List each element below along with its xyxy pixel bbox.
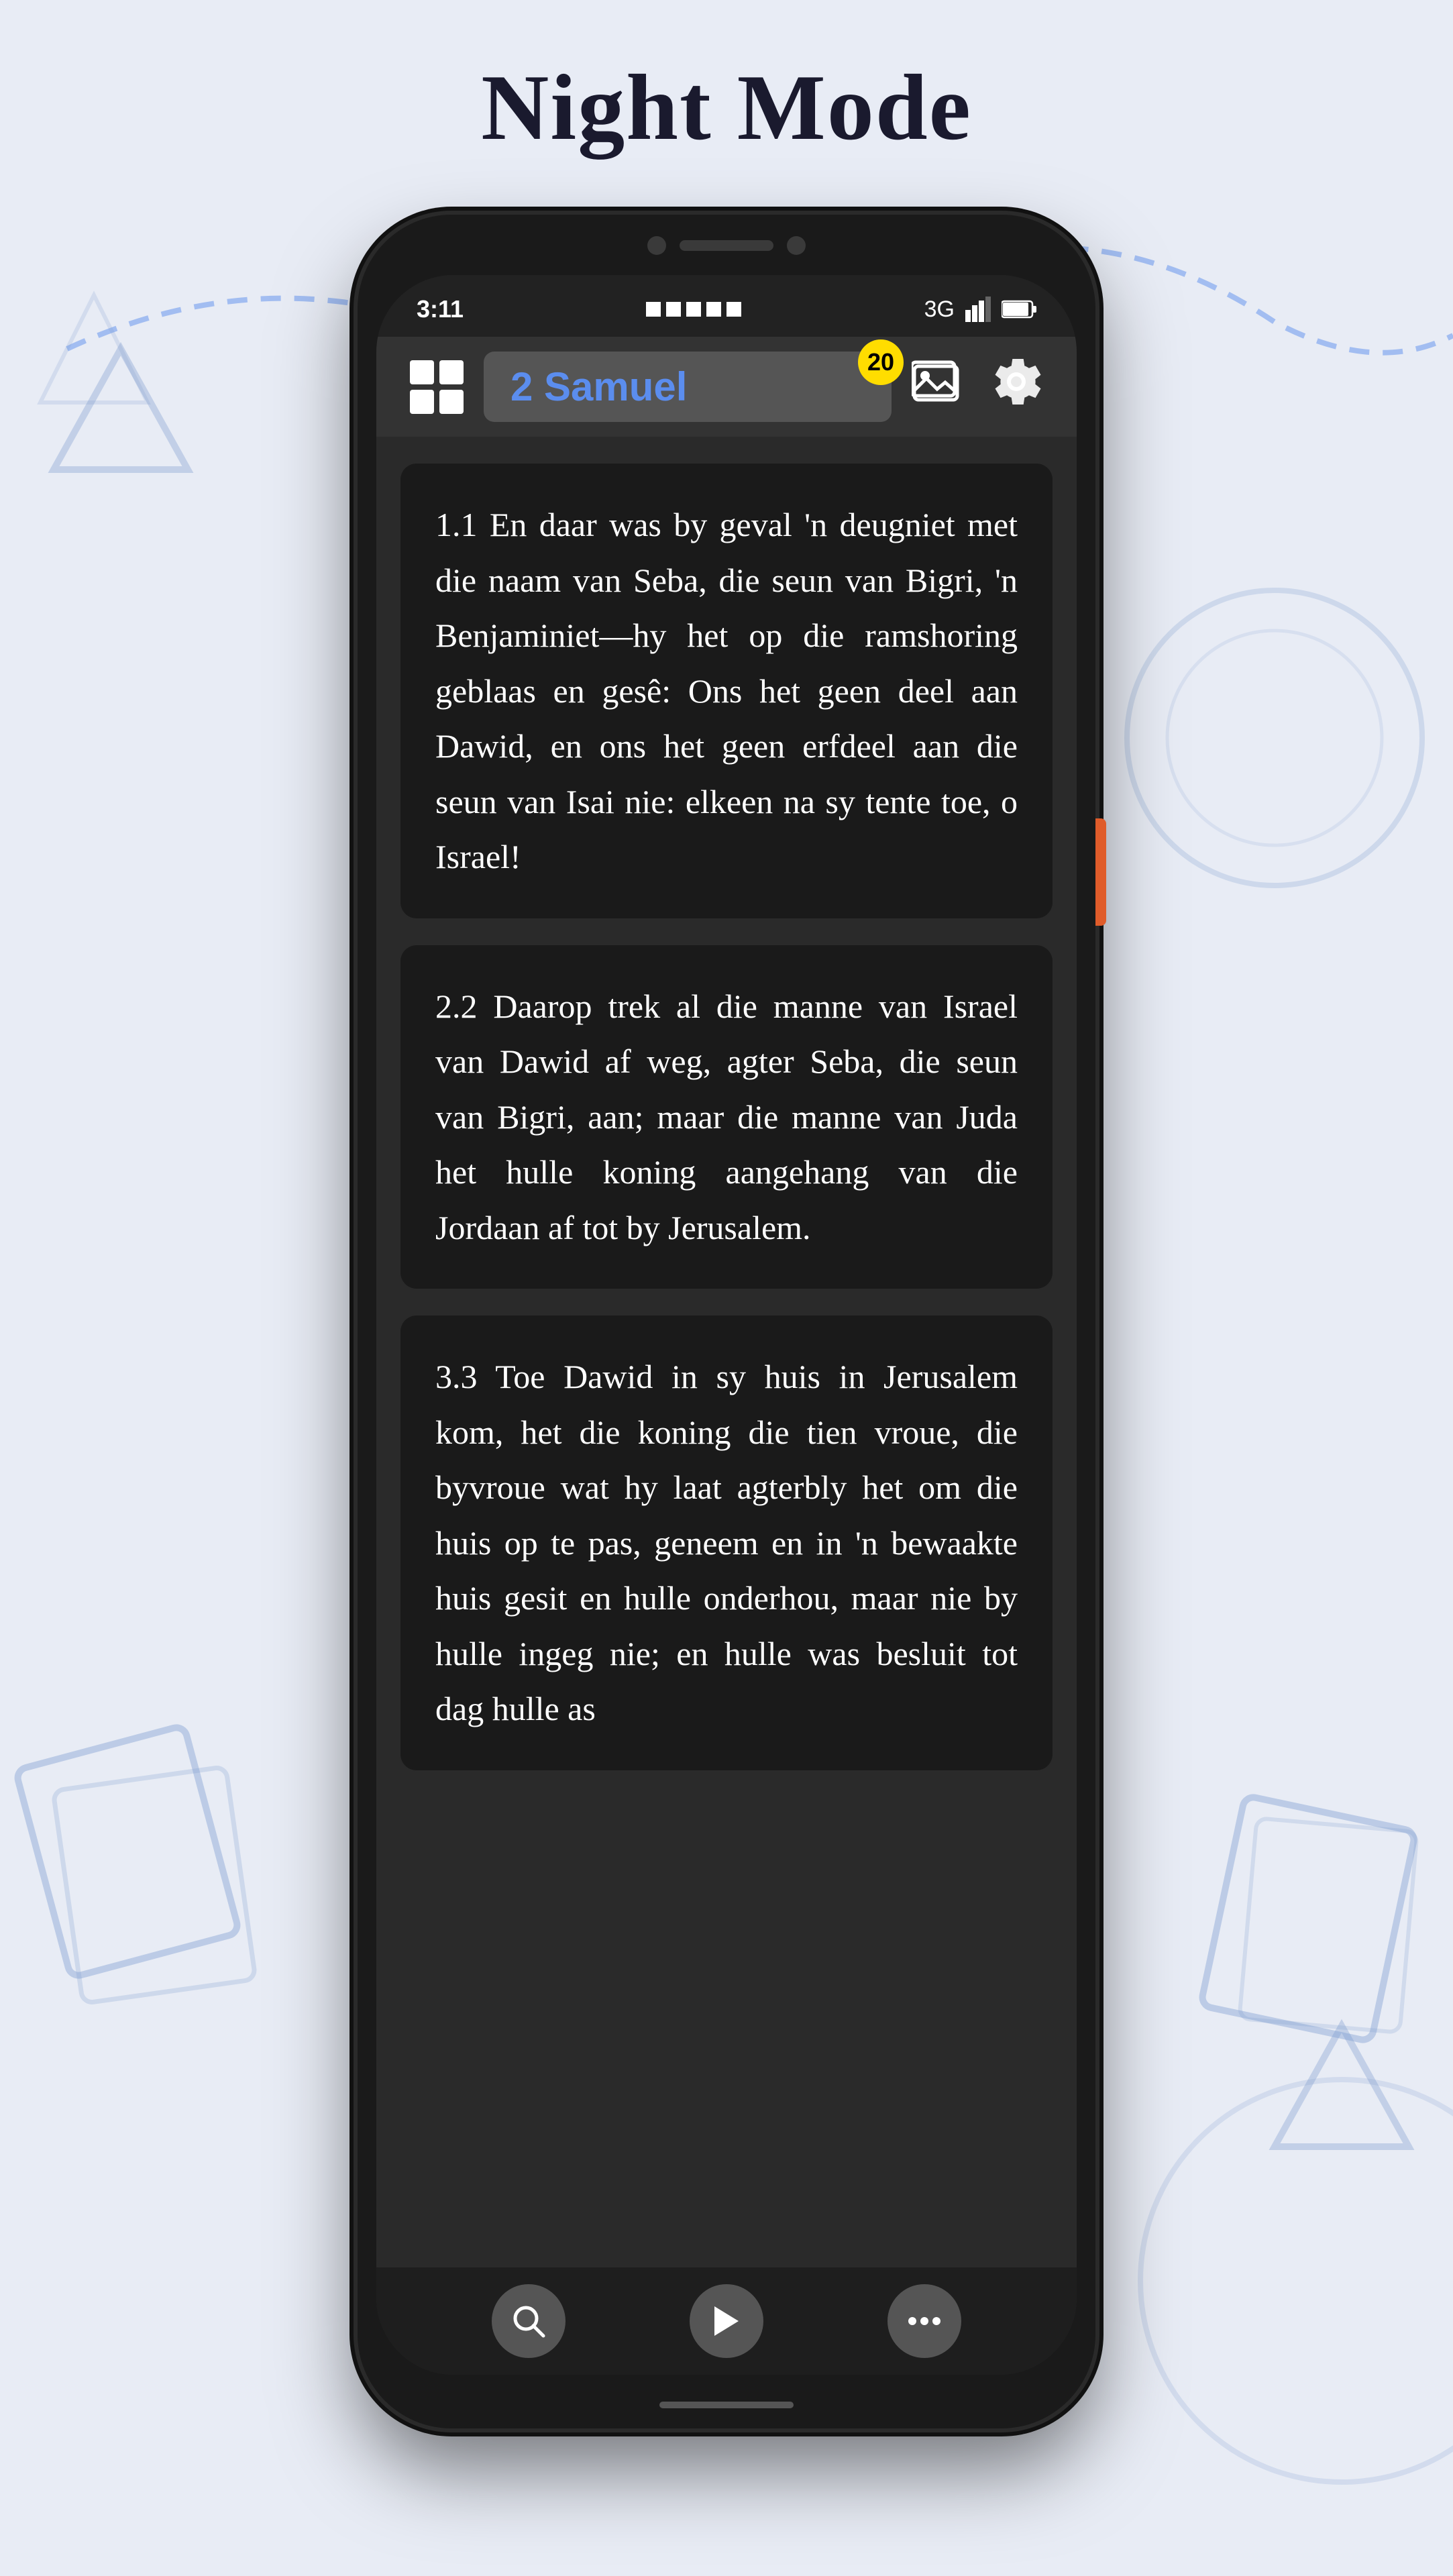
verse-text-1: 1.1 En daar was by geval 'n deugniet met… xyxy=(435,497,1018,885)
phone-screen: 3:11 3G xyxy=(376,275,1077,2375)
camera-area xyxy=(647,236,806,255)
phone-shell: 3:11 3G xyxy=(358,215,1095,2428)
chapter-badge: 20 xyxy=(858,339,904,385)
gallery-icon[interactable] xyxy=(912,358,965,416)
verse-card-1[interactable]: 1.1 En daar was by geval 'n deugniet met… xyxy=(400,464,1053,918)
header-icons xyxy=(912,355,1043,419)
status-icons xyxy=(646,302,741,317)
book-title-box[interactable]: 2 Samuel 20 xyxy=(484,352,892,422)
home-indicator xyxy=(659,2402,794,2408)
settings-icon[interactable] xyxy=(989,355,1043,419)
signal-icon xyxy=(965,297,991,322)
verse-card-2[interactable]: 2.2 Daarop trek al die manne van Israel … xyxy=(400,945,1053,1289)
phone-device: 3:11 3G xyxy=(358,215,1095,2428)
camera-dot-2 xyxy=(787,236,806,255)
wifi-icon xyxy=(646,302,741,317)
verse-text-3: 3.3 Toe Dawid in sy huis in Jerusalem ko… xyxy=(435,1349,1018,1737)
status-time: 3:11 xyxy=(417,295,464,323)
verse-text-2: 2.2 Daarop trek al die manne van Israel … xyxy=(435,979,1018,1256)
search-button[interactable] xyxy=(492,2284,566,2358)
battery-icon xyxy=(1002,300,1036,319)
app-header: 2 Samuel 20 xyxy=(376,337,1077,437)
home-icon[interactable] xyxy=(410,360,464,414)
content-area: 1.1 En daar was by geval 'n deugniet met… xyxy=(376,437,1077,2335)
speaker xyxy=(680,240,773,251)
status-bar: 3:11 3G xyxy=(376,275,1077,337)
status-right: 3G xyxy=(924,297,1036,323)
camera-dot xyxy=(647,236,666,255)
media-bar xyxy=(376,2267,1077,2375)
book-title: 2 Samuel xyxy=(510,364,687,409)
verse-card-3[interactable]: 3.3 Toe Dawid in sy huis in Jerusalem ko… xyxy=(400,1316,1053,1770)
power-button[interactable] xyxy=(1095,818,1106,926)
page-title: Night Mode xyxy=(0,54,1453,162)
play-button[interactable] xyxy=(690,2284,763,2358)
more-button[interactable] xyxy=(887,2284,961,2358)
network-label: 3G xyxy=(924,297,955,323)
